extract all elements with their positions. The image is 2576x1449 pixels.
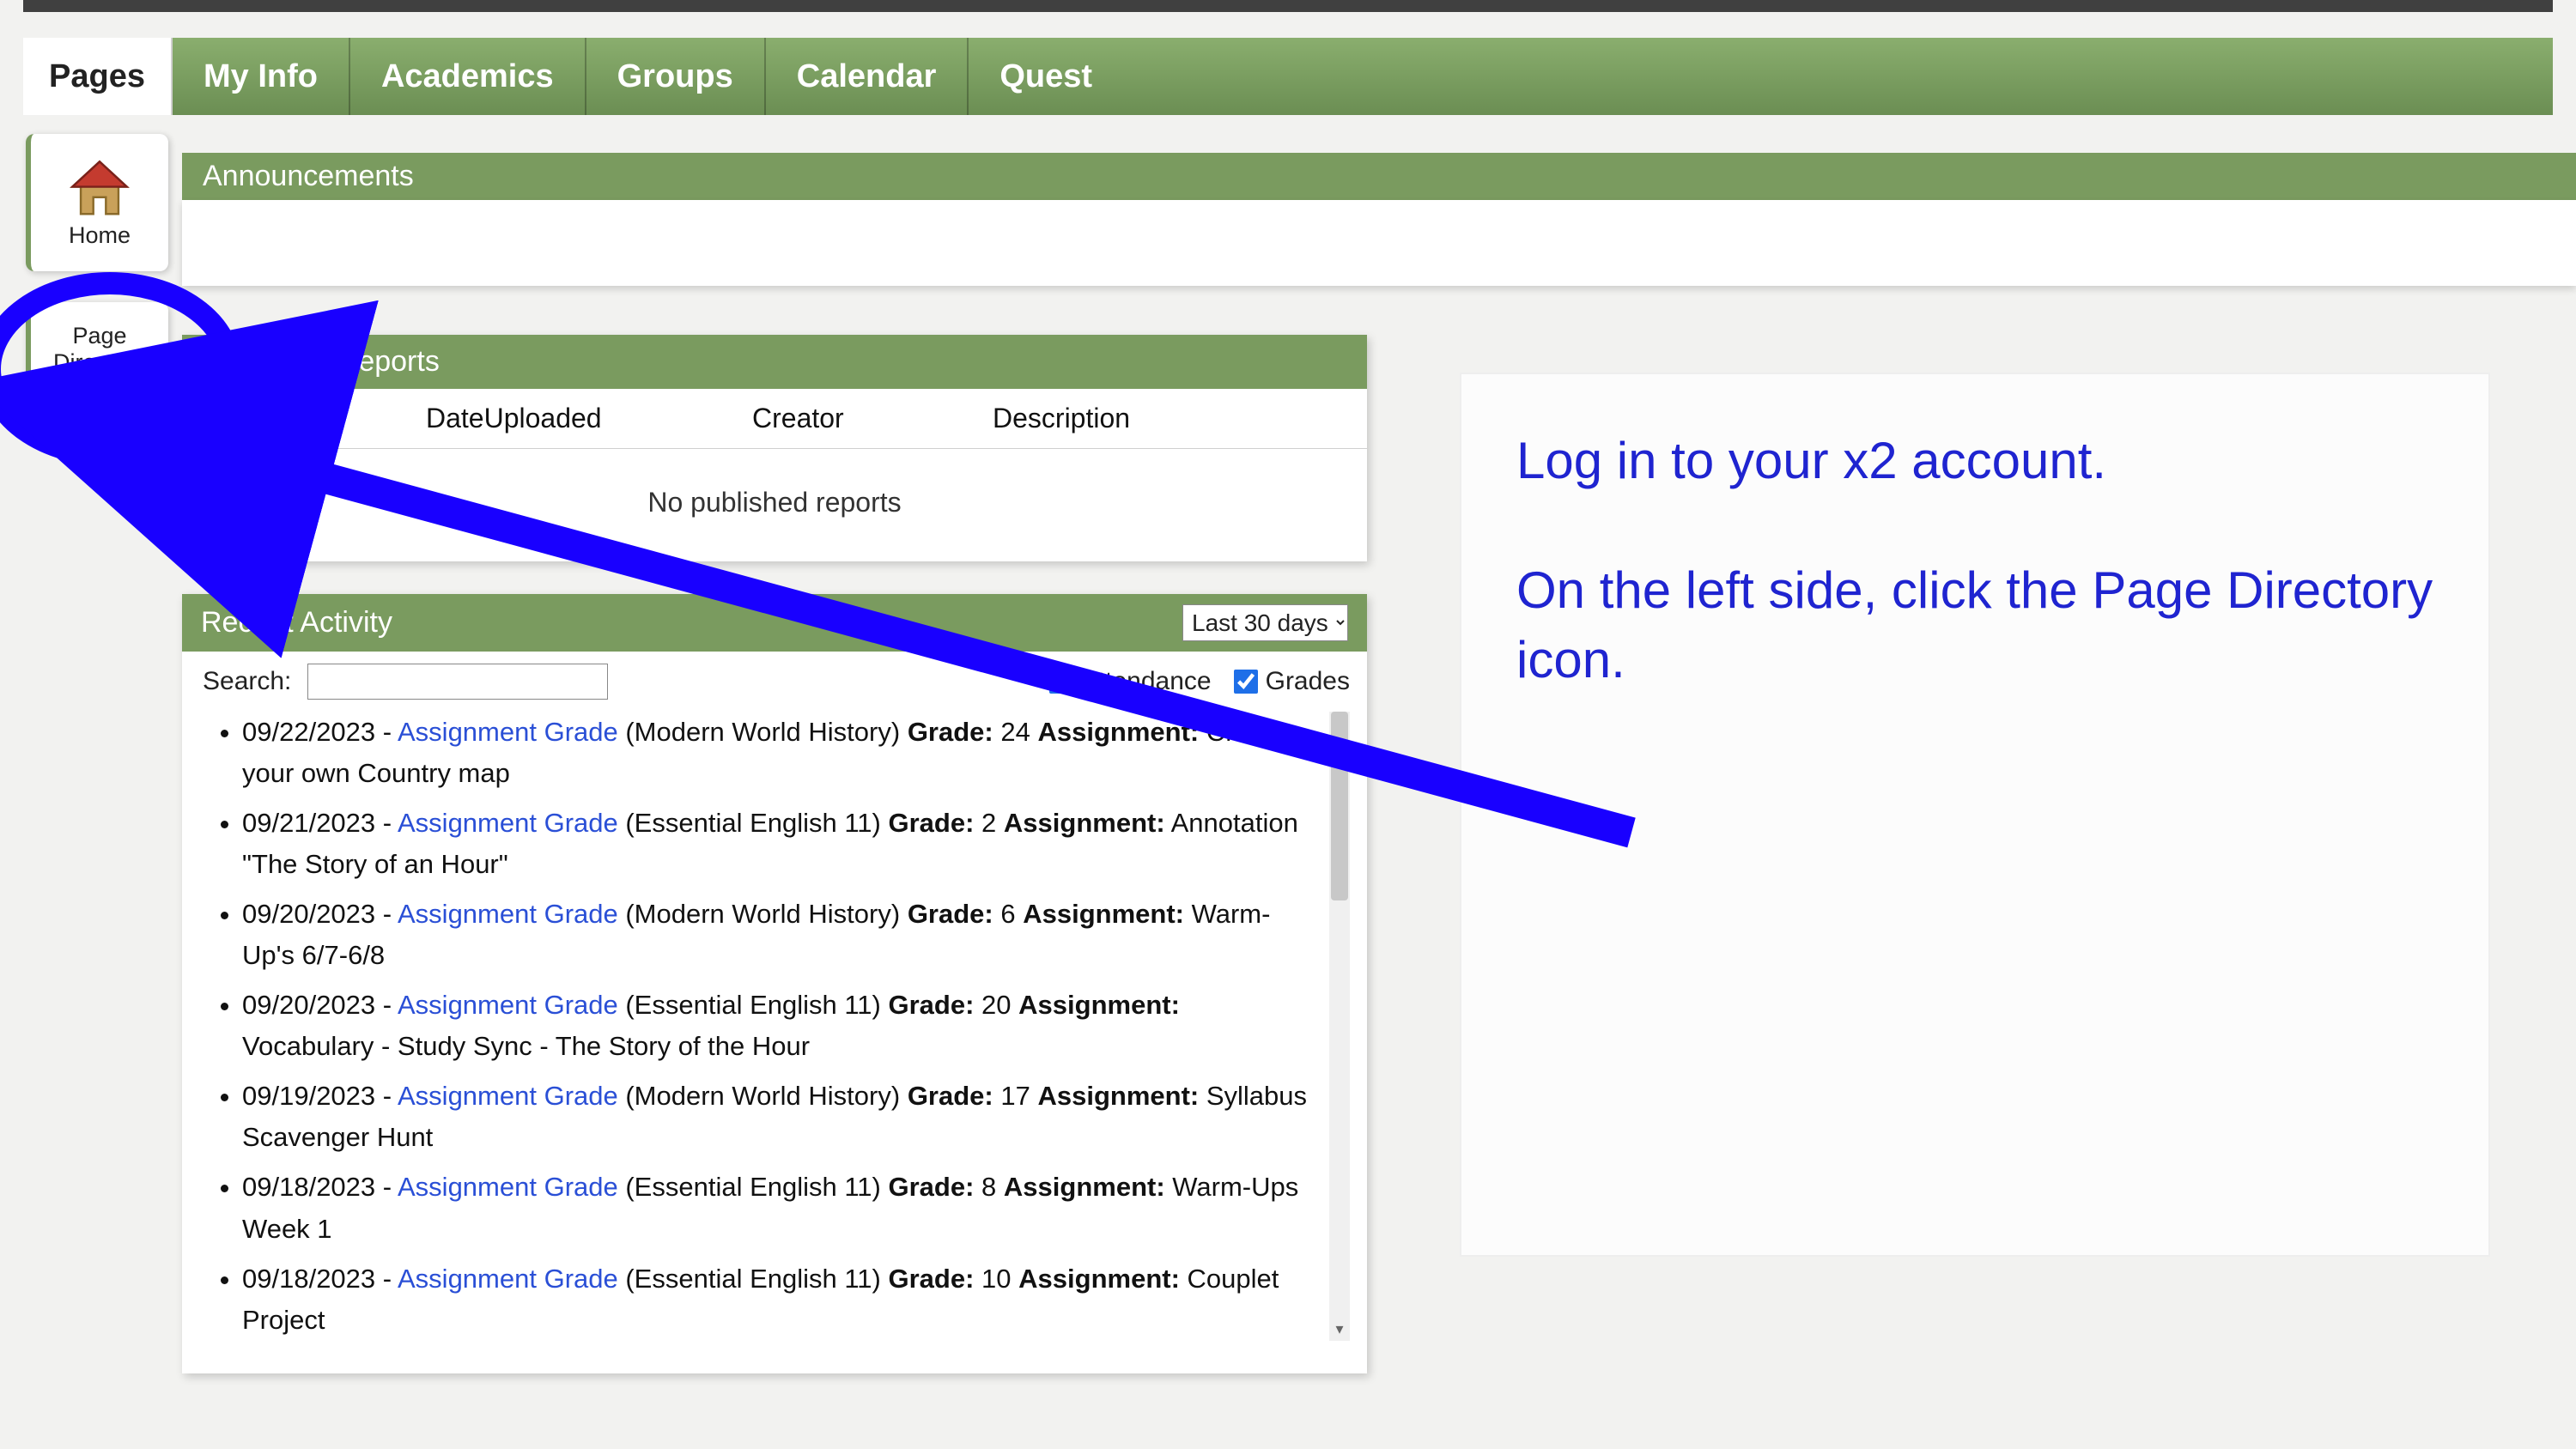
- assignment-grade-link[interactable]: Assignment Grade: [398, 717, 618, 747]
- instruction-box: Log in to your x2 account. On the left s…: [1460, 373, 2490, 1257]
- instruction-line1: Log in to your x2 account.: [1516, 426, 2433, 495]
- list-item: 09/18/2023 - Assignment Grade (Essential…: [242, 1167, 1315, 1249]
- grade-value: 17: [1000, 1081, 1030, 1111]
- col-creator: Creator: [752, 403, 993, 434]
- attendance-checkbox[interactable]: Attendance: [1046, 667, 1212, 696]
- activity-date: 09/20/2023: [242, 899, 375, 929]
- assignment-label: Assignment:: [1037, 1081, 1199, 1111]
- grade-value: 8: [981, 1172, 996, 1202]
- activity-date: 09/20/2023: [242, 990, 375, 1020]
- assignment-label: Assignment:: [1037, 717, 1199, 747]
- assignment-label: Assignment:: [1018, 1264, 1180, 1294]
- activity-course: (Essential English 11): [625, 808, 881, 838]
- assignment-name: Vocabulary - Study Sync - The Story of t…: [242, 1031, 810, 1061]
- grade-value: 6: [1000, 899, 1015, 929]
- announcements-header: Announcements: [182, 153, 2576, 200]
- assignment-label: Assignment:: [1018, 990, 1180, 1020]
- activity-date: 09/18/2023: [242, 1172, 375, 1202]
- grade-value: 2: [981, 808, 996, 838]
- scroll-down-arrow-icon[interactable]: ▾: [1331, 1320, 1348, 1341]
- assignment-label: Assignment:: [1004, 1172, 1165, 1202]
- attendance-checkbox-input[interactable]: [1049, 670, 1073, 694]
- list-item: 09/19/2023 - Assignment Grade (Modern Wo…: [242, 1076, 1315, 1158]
- grade-label: Grade:: [889, 808, 975, 838]
- sidebar-home-button[interactable]: Home: [26, 134, 168, 271]
- published-reports-columns: Filename DateUploaded Creator Descriptio…: [182, 389, 1367, 449]
- scroll-thumb[interactable]: [1331, 712, 1348, 900]
- top-tab-bar: Pages My Info Academics Groups Calendar …: [23, 38, 2553, 115]
- top-dark-bar: [23, 0, 2553, 12]
- assignment-label: Assignment:: [1023, 899, 1184, 929]
- activity-course: (Modern World History): [625, 717, 900, 747]
- sidebar-page-directory-button[interactable]: Page Directory: [26, 302, 168, 397]
- list-item: 09/20/2023 - Assignment Grade (Essential…: [242, 985, 1315, 1067]
- assignment-grade-link[interactable]: Assignment Grade: [398, 899, 618, 929]
- published-reports-panel: Published Reports Filename DateUploaded …: [182, 335, 1367, 561]
- activity-date: 09/18/2023: [242, 1264, 375, 1294]
- search-label: Search:: [203, 667, 291, 695]
- sidebar-page-directory-label2: Directory: [53, 349, 146, 376]
- grade-label: Grade:: [889, 990, 975, 1020]
- announcements-body: [182, 200, 2576, 286]
- tab-quest[interactable]: Quest: [969, 38, 1123, 115]
- activity-course: (Essential English 11): [625, 990, 881, 1020]
- tab-academics[interactable]: Academics: [350, 38, 586, 115]
- activity-date: 09/21/2023: [242, 808, 375, 838]
- activity-course: (Modern World History): [625, 899, 900, 929]
- grade-label: Grade:: [908, 899, 993, 929]
- col-description: Description: [993, 403, 1346, 434]
- col-date-uploaded: DateUploaded: [426, 403, 752, 434]
- attendance-checkbox-label: Attendance: [1081, 667, 1212, 696]
- tab-groups[interactable]: Groups: [586, 38, 766, 115]
- assignment-grade-link[interactable]: Assignment Grade: [398, 1081, 618, 1111]
- assignment-grade-link[interactable]: Assignment Grade: [398, 1264, 618, 1294]
- activity-course: (Modern World History): [625, 1081, 900, 1111]
- grade-value: 24: [1000, 717, 1030, 747]
- grade-value: 10: [981, 1264, 1011, 1294]
- grade-value: 20: [981, 990, 1011, 1020]
- list-item: 09/20/2023 - Assignment Grade (Modern Wo…: [242, 894, 1315, 976]
- recent-activity-filter-select[interactable]: Last 30 days: [1182, 604, 1348, 641]
- assignment-grade-link[interactable]: Assignment Grade: [398, 1172, 618, 1202]
- recent-activity-scrollbar[interactable]: ▾: [1329, 712, 1350, 1341]
- tab-my-info[interactable]: My Info: [173, 38, 350, 115]
- assignment-grade-link[interactable]: Assignment Grade: [398, 990, 618, 1020]
- recent-activity-title: Recent Activity: [201, 606, 392, 640]
- activity-date: 09/22/2023: [242, 717, 375, 747]
- activity-date: 09/19/2023: [242, 1081, 375, 1111]
- sidebar-home-label: Home: [69, 222, 131, 249]
- assignment-grade-link[interactable]: Assignment Grade: [398, 808, 618, 838]
- search-input[interactable]: [307, 664, 608, 700]
- recent-activity-list: 09/22/2023 - Assignment Grade (Modern Wo…: [203, 712, 1315, 1341]
- activity-course: (Essential English 11): [625, 1172, 881, 1202]
- tab-calendar[interactable]: Calendar: [766, 38, 969, 115]
- grades-checkbox[interactable]: Grades: [1230, 667, 1350, 696]
- sidebar-page-directory-label1: Page: [72, 323, 126, 349]
- grade-label: Grade:: [889, 1264, 975, 1294]
- home-icon: [66, 155, 133, 222]
- activity-course: (Essential English 11): [625, 1264, 881, 1294]
- announcements-title: Announcements: [203, 160, 414, 193]
- published-reports-empty: No published reports: [182, 449, 1367, 561]
- published-reports-title: Published Reports: [201, 345, 440, 379]
- list-item: 09/21/2023 - Assignment Grade (Essential…: [242, 803, 1315, 885]
- recent-activity-panel: Recent Activity Last 30 days Search: Att…: [182, 594, 1367, 1373]
- col-filename: Filename: [203, 403, 426, 434]
- grade-label: Grade:: [889, 1172, 975, 1202]
- grade-label: Grade:: [908, 1081, 993, 1111]
- list-item: 09/22/2023 - Assignment Grade (Modern Wo…: [242, 712, 1315, 794]
- assignment-label: Assignment:: [1004, 808, 1165, 838]
- grades-checkbox-label: Grades: [1266, 667, 1350, 696]
- list-item: 09/18/2023 - Assignment Grade (Essential…: [242, 1258, 1315, 1341]
- grade-label: Grade:: [908, 717, 993, 747]
- tab-pages[interactable]: Pages: [23, 38, 173, 115]
- grades-checkbox-input[interactable]: [1234, 670, 1258, 694]
- instruction-line2: On the left side, click the Page Directo…: [1516, 555, 2433, 694]
